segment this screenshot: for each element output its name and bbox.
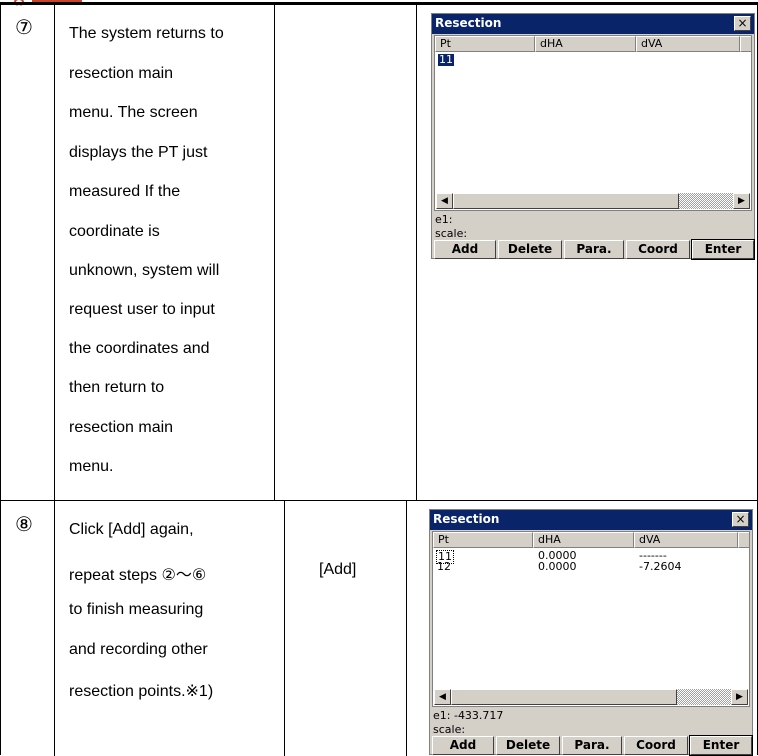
enter-button[interactable]: Enter [691, 239, 755, 260]
scroll-thumb[interactable] [453, 193, 679, 209]
title-bar: Resection × [432, 14, 754, 34]
column-header-pt[interactable]: Pt [435, 36, 535, 52]
resection-dialog: Resection × Pt dHA dVA 11 0.0000 -------… [429, 509, 753, 756]
list-header: Pt dHA dVA [435, 36, 751, 52]
button-bar: Add Delete Para. Coord Enter [432, 735, 753, 756]
column-header-dha[interactable]: dHA [533, 532, 634, 548]
scroll-thumb[interactable] [451, 689, 677, 705]
enter-button[interactable]: Enter [689, 735, 753, 756]
table-row-step-7: ⑦ The system returns to resection main m… [1, 5, 757, 500]
key-add-label: [Add] [319, 561, 357, 578]
step-number: ⑦ [15, 17, 33, 39]
column-header-dva[interactable]: dVA [636, 36, 740, 52]
add-button[interactable]: Add [434, 240, 496, 259]
close-button[interactable]: × [734, 16, 751, 31]
table-row-step-8: ⑧ Click [Add] again, repeat steps ②～⑥ to… [1, 500, 757, 756]
button-bar: Add Delete Para. Coord Enter [434, 239, 755, 260]
dialog-title: Resection [435, 16, 502, 30]
add-button[interactable]: Add [432, 736, 494, 755]
column-header-pt[interactable]: Pt [433, 532, 533, 548]
e1-value: e1: -433.717 [433, 709, 504, 722]
column-header-extra[interactable] [738, 532, 749, 548]
column-header-dha[interactable]: dHA [535, 36, 636, 52]
list-item[interactable]: 11 [438, 54, 454, 66]
para-button[interactable]: Para. [562, 736, 622, 755]
point-list[interactable]: Pt dHA dVA 11 0.0000 ------- 12 0.0000 -… [432, 531, 750, 707]
scale-value: scale: [435, 227, 468, 240]
horizontal-scrollbar[interactable]: ◀ ▶ [434, 689, 748, 705]
dialog-title: Resection [433, 512, 500, 526]
scroll-track[interactable] [679, 193, 733, 209]
delete-button[interactable]: Delete [496, 736, 560, 755]
coord-button[interactable]: Coord [626, 240, 690, 259]
column-header-extra[interactable] [740, 36, 751, 52]
dha-cell: 0.0000 [538, 560, 577, 573]
point-list[interactable]: Pt dHA dVA 11 ◀ ▶ [434, 35, 752, 211]
scroll-right-icon[interactable]: ▶ [731, 689, 748, 705]
delete-button[interactable]: Delete [498, 240, 562, 259]
list-header: Pt dHA dVA [433, 532, 749, 548]
e1-value: e1: [435, 213, 453, 226]
resection-dialog: Resection × Pt dHA dVA 11 ◀ ▶ e1: scale:… [431, 13, 755, 260]
column-header-dva[interactable]: dVA [634, 532, 738, 548]
close-button[interactable]: × [732, 512, 749, 527]
pt-cell[interactable]: 12 [437, 561, 451, 573]
scale-value: scale: [433, 723, 466, 736]
dva-cell: -7.2604 [639, 560, 682, 573]
procedure-table: ⑦ The system returns to resection main m… [0, 5, 758, 756]
coord-button[interactable]: Coord [624, 736, 688, 755]
step-number: ⑧ [15, 514, 33, 536]
scroll-right-icon[interactable]: ▶ [733, 193, 750, 209]
scroll-track[interactable] [677, 689, 731, 705]
horizontal-scrollbar[interactable]: ◀ ▶ [436, 193, 750, 209]
scroll-left-icon[interactable]: ◀ [434, 689, 451, 705]
title-bar: Resection × [430, 510, 752, 530]
scroll-left-icon[interactable]: ◀ [436, 193, 453, 209]
para-button[interactable]: Para. [564, 240, 624, 259]
